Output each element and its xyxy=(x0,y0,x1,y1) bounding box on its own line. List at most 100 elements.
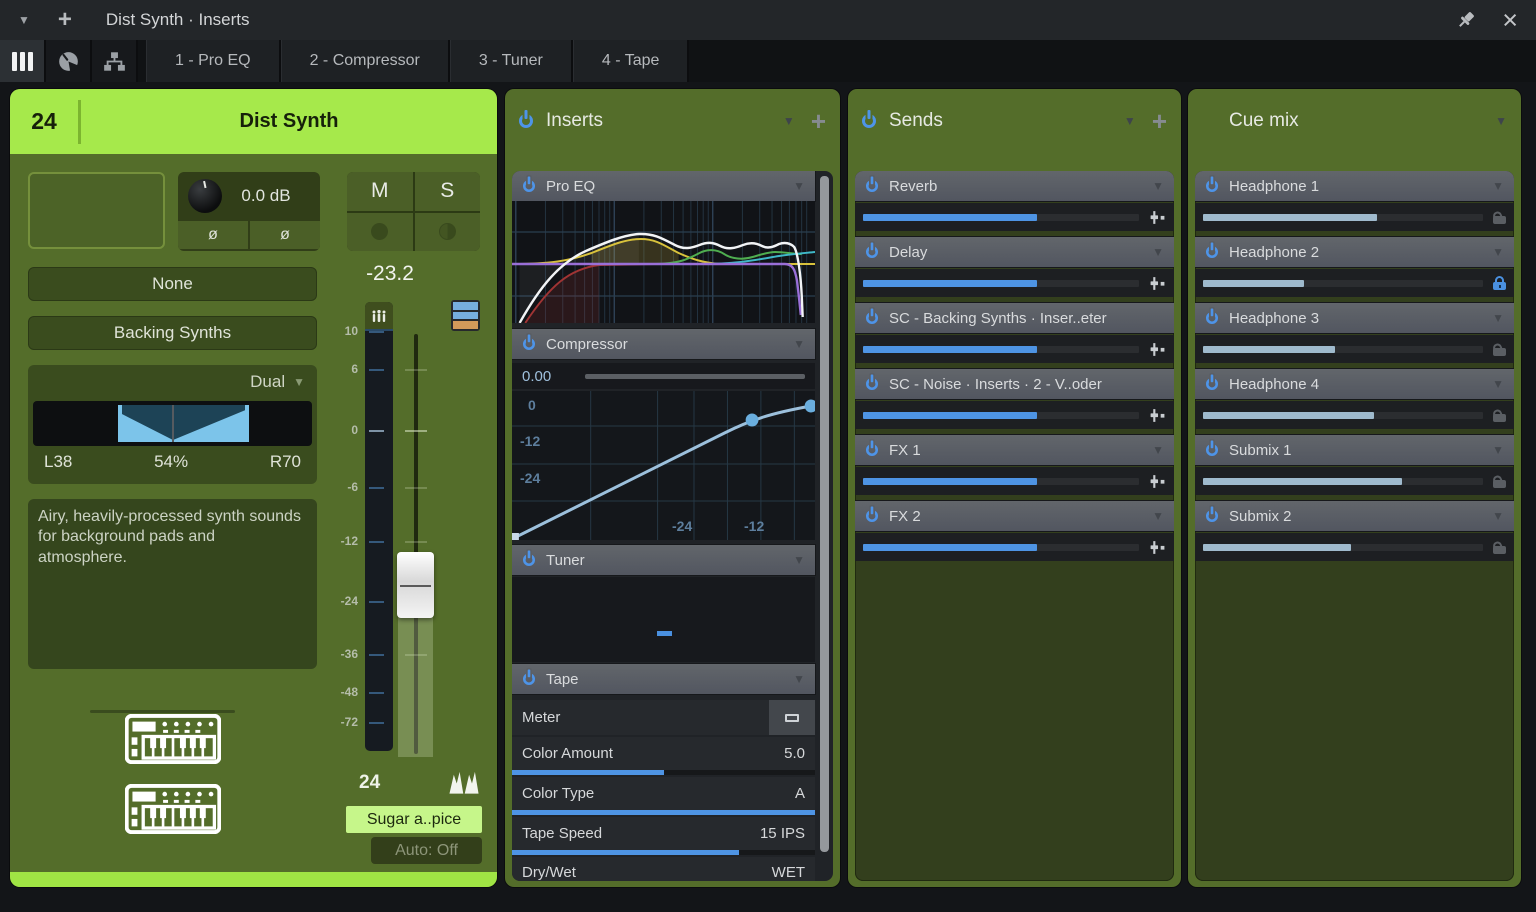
compressor-curve-display[interactable]: 0 -12 -24 -24 -12 xyxy=(512,391,815,540)
power-icon[interactable] xyxy=(1206,444,1218,456)
power-icon[interactable] xyxy=(523,554,535,566)
chevron-down-icon[interactable]: ▼ xyxy=(1495,114,1507,128)
cue-level-slider[interactable] xyxy=(1203,346,1483,353)
insert-slot-compressor[interactable]: Compressor ▼ xyxy=(512,329,815,359)
monitor-button[interactable] xyxy=(415,213,481,252)
lock-icon[interactable] xyxy=(1493,276,1506,290)
power-icon[interactable] xyxy=(523,673,535,685)
chevron-down-icon[interactable]: ▼ xyxy=(793,179,805,193)
cue-slot-headphone-4[interactable]: Headphone 4 ▼ xyxy=(1195,369,1514,399)
chevron-down-icon[interactable]: ▼ xyxy=(1492,179,1504,193)
send-level-slider[interactable] xyxy=(863,544,1139,551)
channel-header[interactable]: 24 Dist Synth xyxy=(10,89,497,154)
pan-display[interactable] xyxy=(33,401,312,446)
param-slider[interactable] xyxy=(512,770,815,775)
tuner-display[interactable] xyxy=(512,577,815,662)
tab-compressor[interactable]: 2 - Compressor xyxy=(281,40,450,82)
preset-name[interactable]: Sugar a..pice xyxy=(346,806,482,833)
cue-level-slider[interactable] xyxy=(1203,280,1483,287)
lock-icon[interactable] xyxy=(1493,408,1506,422)
send-slot-fx2[interactable]: FX 2 ▼ xyxy=(855,501,1174,531)
power-icon[interactable] xyxy=(523,338,535,350)
lock-icon[interactable] xyxy=(1493,342,1506,356)
chevron-down-icon[interactable]: ▼ xyxy=(1152,509,1164,523)
record-arm-button[interactable] xyxy=(347,213,413,252)
cue-slot-headphone-2[interactable]: Headphone 2 ▼ xyxy=(1195,237,1514,267)
tape-param-color-amount[interactable]: Color Amount 5.0 xyxy=(512,737,815,775)
add-insert-button[interactable]: + xyxy=(811,108,826,134)
channel-image-placeholder[interactable] xyxy=(28,172,165,249)
pan-right-value[interactable]: R70 xyxy=(270,452,301,472)
fader-db-value[interactable]: -23.2 xyxy=(335,262,445,286)
channel-view-button[interactable] xyxy=(0,40,46,82)
lock-icon[interactable] xyxy=(1493,540,1506,554)
power-icon[interactable] xyxy=(1206,510,1218,522)
power-icon[interactable] xyxy=(1206,312,1218,324)
tab-pro-eq[interactable]: 1 - Pro EQ xyxy=(146,40,281,82)
send-level-slider[interactable] xyxy=(863,280,1139,287)
power-icon[interactable] xyxy=(519,114,533,128)
pan-left-value[interactable]: L38 xyxy=(44,452,72,472)
chevron-down-icon[interactable]: ▼ xyxy=(793,337,805,351)
cue-level-slider[interactable] xyxy=(1203,544,1483,551)
send-level-slider[interactable] xyxy=(863,214,1139,221)
tab-tape[interactable]: 4 - Tape xyxy=(573,40,690,82)
meter-toggle-button[interactable] xyxy=(769,700,815,735)
power-icon[interactable] xyxy=(523,180,535,192)
send-slot-reverb[interactable]: Reverb ▼ xyxy=(855,171,1174,201)
channel-notes[interactable]: Airy, heavily-processed synth sounds for… xyxy=(28,499,317,669)
tape-param-color-type[interactable]: Color Type A xyxy=(512,777,815,815)
tab-tuner[interactable]: 3 - Tuner xyxy=(450,40,573,82)
cue-slot-submix-2[interactable]: Submix 2 ▼ xyxy=(1195,501,1514,531)
pan-mode-select[interactable]: Dual ▼ xyxy=(250,372,305,392)
pre-post-fader-icon[interactable] xyxy=(1149,342,1166,357)
power-icon[interactable] xyxy=(862,114,876,128)
input-select-button[interactable]: None xyxy=(28,267,317,301)
tape-param-tape-speed[interactable]: Tape Speed 15 IPS xyxy=(512,817,815,855)
automation-mode[interactable]: Auto: Off xyxy=(371,837,482,864)
mute-button[interactable]: M xyxy=(347,172,413,211)
power-icon[interactable] xyxy=(866,180,878,192)
meter-mode-icon[interactable] xyxy=(365,302,393,331)
pre-post-fader-icon[interactable] xyxy=(1149,474,1166,489)
routing-view-button[interactable] xyxy=(92,40,138,82)
chevron-down-icon[interactable]: ▼ xyxy=(1152,179,1164,193)
notes-resize-handle[interactable] xyxy=(90,710,235,713)
add-send-button[interactable]: + xyxy=(1152,108,1167,134)
cue-level-slider[interactable] xyxy=(1203,478,1483,485)
inserts-scrollbar[interactable] xyxy=(820,176,829,852)
solo-button[interactable]: S xyxy=(415,172,481,211)
power-icon[interactable] xyxy=(866,444,878,456)
chevron-down-icon[interactable]: ▼ xyxy=(1492,377,1504,391)
layers-icon[interactable] xyxy=(451,300,480,331)
cue-level-slider[interactable] xyxy=(1203,214,1483,221)
close-icon[interactable]: × xyxy=(1502,7,1518,34)
send-slot-sidechain-1[interactable]: SC - Backing Synths · Inser..eter xyxy=(855,303,1174,333)
power-icon[interactable] xyxy=(1206,246,1218,258)
chevron-down-icon[interactable]: ▼ xyxy=(1152,443,1164,457)
chevron-down-icon[interactable]: ▼ xyxy=(1492,443,1504,457)
chevron-down-icon[interactable]: ▼ xyxy=(783,114,795,128)
chevron-down-icon[interactable]: ▼ xyxy=(793,672,805,686)
gain-value[interactable]: 0.0 dB xyxy=(222,186,310,206)
insert-slot-tape[interactable]: Tape ▼ xyxy=(512,664,815,694)
param-slider[interactable] xyxy=(512,810,815,815)
gain-knob[interactable] xyxy=(188,179,222,213)
insert-slot-pro-eq[interactable]: Pro EQ ▼ xyxy=(512,171,815,201)
cue-slot-submix-1[interactable]: Submix 1 ▼ xyxy=(1195,435,1514,465)
power-icon[interactable] xyxy=(1206,378,1218,390)
cue-slot-headphone-1[interactable]: Headphone 1 ▼ xyxy=(1195,171,1514,201)
chevron-down-icon[interactable]: ▼ xyxy=(793,553,805,567)
tape-param-dry-wet[interactable]: Dry/Wet WET xyxy=(512,857,815,881)
pre-post-fader-icon[interactable] xyxy=(1149,276,1166,291)
power-icon[interactable] xyxy=(866,246,878,258)
chevron-down-icon[interactable]: ▼ xyxy=(1152,245,1164,259)
send-level-slider[interactable] xyxy=(863,412,1139,419)
bus-select-button[interactable]: Backing Synths xyxy=(28,316,317,350)
power-icon[interactable] xyxy=(866,312,878,324)
chevron-down-icon[interactable]: ▼ xyxy=(1492,311,1504,325)
knob-view-button[interactable] xyxy=(46,40,92,82)
power-icon[interactable] xyxy=(866,378,878,390)
pan-center-value[interactable]: 54% xyxy=(72,452,269,472)
send-level-slider[interactable] xyxy=(863,346,1139,353)
